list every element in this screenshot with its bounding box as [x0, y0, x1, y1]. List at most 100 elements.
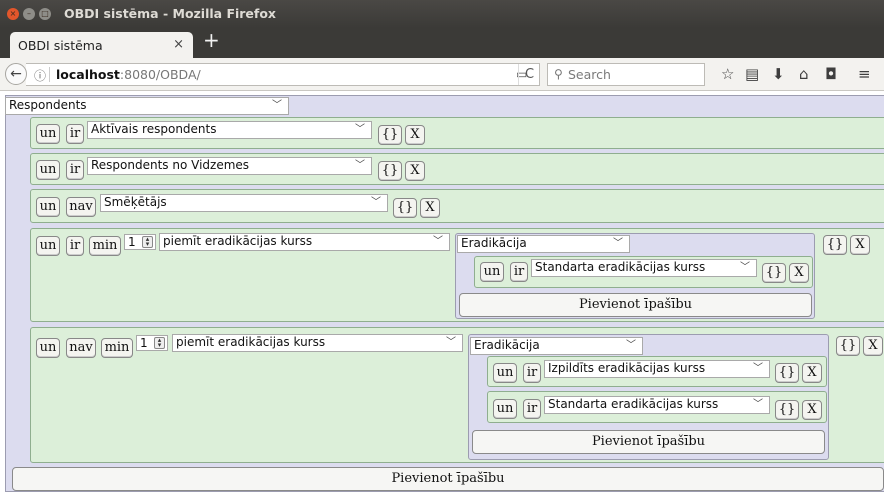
property-select[interactable]: Izpildīts eradikācijas kurss ﹀: [544, 360, 770, 378]
url-host: localhost: [56, 67, 120, 82]
navigation-bar: ⓘ localhost:8080/OBDA/ ▭ ← C ⚲ ☆ ▤ ⬇ ⌂ ◘…: [0, 58, 884, 91]
chevron-down-icon: ﹀: [446, 337, 456, 348]
cardinality-value: 1: [140, 336, 148, 350]
braces-button[interactable]: {}: [823, 235, 847, 255]
conjunction-button[interactable]: un: [36, 160, 60, 180]
home-icon[interactable]: ⌂: [799, 67, 809, 82]
chevron-down-icon: ﹀: [355, 124, 365, 135]
info-icon[interactable]: ⓘ: [34, 67, 46, 84]
operator-button[interactable]: ir: [523, 399, 541, 419]
remove-button[interactable]: X: [850, 235, 870, 255]
remove-button[interactable]: X: [420, 198, 440, 218]
url-separator: [49, 67, 50, 82]
operator-button[interactable]: nav: [66, 197, 96, 217]
tab-close-icon[interactable]: ×: [173, 37, 184, 52]
property-select-value: Standarta eradikācijas kurss: [548, 397, 719, 411]
conjunction-button[interactable]: un: [480, 262, 504, 282]
conjunction-button[interactable]: un: [493, 363, 517, 383]
operator-button[interactable]: ir: [66, 160, 84, 180]
remove-button[interactable]: X: [405, 125, 425, 145]
pocket-icon[interactable]: ◘: [825, 67, 837, 82]
braces-button[interactable]: {}: [762, 263, 786, 283]
page-content: Respondents ﹀ un ir Aktīvais respondents…: [0, 91, 884, 492]
add-property-button[interactable]: Pievienot īpašību: [472, 430, 825, 454]
library-icon[interactable]: ▤: [745, 67, 759, 82]
chevron-down-icon: ﹀: [613, 238, 623, 249]
braces-button[interactable]: {}: [378, 161, 402, 181]
property-select[interactable]: Standarta eradikācijas kurss ﹀: [544, 396, 770, 414]
property-select-value: Izpildīts eradikācijas kurss: [548, 361, 706, 375]
property-select[interactable]: piemīt eradikācijas kurss ﹀: [159, 233, 450, 251]
root-class-select-value: Respondents: [9, 98, 87, 112]
conjunction-button[interactable]: un: [36, 338, 60, 358]
quantifier-button[interactable]: min: [89, 236, 121, 256]
nested-class-select-value: Eradikācija: [474, 338, 540, 352]
operator-button[interactable]: ir: [523, 363, 541, 383]
property-select[interactable]: Aktīvais respondents ﹀: [87, 121, 372, 139]
nested-class-select[interactable]: Eradikācija ﹀: [457, 235, 630, 253]
property-select[interactable]: piemīt eradikācijas kurss ﹀: [172, 334, 463, 352]
remove-button[interactable]: X: [789, 263, 809, 283]
operator-button[interactable]: ir: [66, 236, 84, 256]
chevron-down-icon: ﹀: [626, 340, 636, 351]
reload-icon[interactable]: C: [518, 64, 540, 85]
chevron-down-icon: ﹀: [753, 363, 763, 374]
url-path: :8080/OBDA/: [119, 67, 201, 82]
new-tab-icon[interactable]: +: [203, 30, 220, 50]
search-bar[interactable]: ⚲: [547, 63, 705, 86]
spinner-icon[interactable]: ▴ ▾: [142, 236, 153, 248]
window-close-icon[interactable]: ×: [7, 8, 19, 20]
property-select[interactable]: Respondents no Vidzemes ﹀: [87, 157, 372, 175]
search-input[interactable]: [568, 66, 698, 83]
braces-button[interactable]: {}: [836, 336, 860, 356]
search-icon: ⚲: [554, 67, 563, 81]
cardinality-value: 1: [128, 235, 136, 249]
braces-button[interactable]: {}: [378, 125, 402, 145]
menu-icon[interactable]: ≡: [858, 67, 871, 82]
operator-button[interactable]: nav: [66, 338, 96, 358]
braces-button[interactable]: {}: [775, 400, 799, 420]
remove-button[interactable]: X: [802, 363, 822, 383]
back-button[interactable]: ←: [5, 63, 27, 85]
conjunction-button[interactable]: un: [36, 236, 60, 256]
nested-class-select[interactable]: Eradikācija ﹀: [470, 337, 643, 355]
braces-button[interactable]: {}: [775, 363, 799, 383]
window-maximize-icon[interactable]: □: [39, 8, 51, 20]
operator-button[interactable]: ir: [510, 262, 528, 282]
download-icon[interactable]: ⬇: [772, 67, 785, 82]
add-property-button[interactable]: Pievienot īpašību: [12, 467, 884, 491]
tab-obdi[interactable]: OBDI sistēma ×: [10, 32, 193, 58]
remove-button[interactable]: X: [405, 161, 425, 181]
add-property-button[interactable]: Pievienot īpašību: [459, 293, 812, 317]
property-select[interactable]: Standarta eradikācijas kurss ﹀: [531, 259, 757, 277]
braces-button[interactable]: {}: [393, 198, 417, 218]
tab-strip: OBDI sistēma ×: [0, 28, 884, 58]
chevron-down-icon: ﹀: [355, 160, 365, 171]
tab-title: OBDI sistēma: [18, 38, 103, 53]
conjunction-button[interactable]: un: [493, 399, 517, 419]
chevron-down-icon: ﹀: [740, 262, 750, 273]
property-select[interactable]: Smēķētājs ﹀: [100, 194, 388, 212]
property-select-value: piemīt eradikācijas kurss: [176, 335, 326, 349]
root-class-select[interactable]: Respondents ﹀: [5, 97, 289, 115]
chevron-down-icon: ﹀: [753, 399, 763, 410]
property-select-value: Smēķētājs: [104, 195, 167, 209]
chevron-down-icon: ﹀: [433, 236, 443, 247]
bookmark-star-icon[interactable]: ☆: [721, 67, 734, 82]
operator-button[interactable]: ir: [66, 124, 84, 144]
chevron-down-icon: ﹀: [371, 197, 381, 208]
quantifier-button[interactable]: min: [101, 338, 133, 358]
cardinality-input[interactable]: 1 ▴ ▾: [124, 234, 156, 250]
cardinality-input[interactable]: 1 ▴ ▾: [136, 335, 168, 351]
spinner-icon[interactable]: ▴ ▾: [154, 337, 165, 349]
conjunction-button[interactable]: un: [36, 124, 60, 144]
remove-button[interactable]: X: [802, 400, 822, 420]
remove-button[interactable]: X: [863, 336, 883, 356]
window-minimize-icon[interactable]: –: [23, 8, 35, 20]
property-select-value: Aktīvais respondents: [91, 122, 217, 136]
url-text[interactable]: localhost:8080/OBDA/: [56, 67, 201, 82]
nested-class-select-value: Eradikācija: [461, 236, 527, 250]
url-bar[interactable]: ⓘ localhost:8080/OBDA/ ▭: [26, 63, 540, 86]
window-title: OBDI sistēma - Mozilla Firefox: [64, 6, 276, 21]
conjunction-button[interactable]: un: [36, 197, 60, 217]
